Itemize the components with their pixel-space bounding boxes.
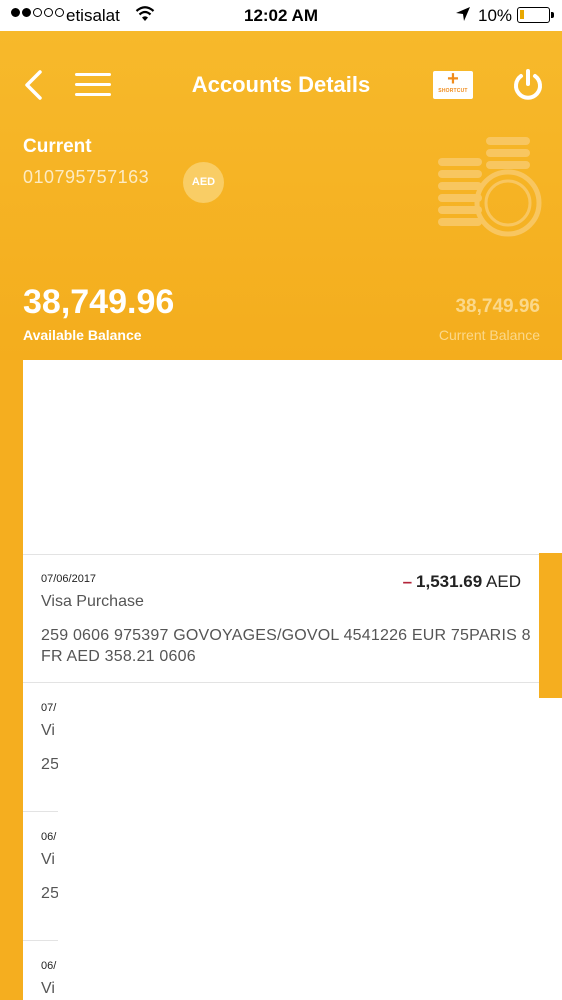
amount-currency: AED — [486, 572, 521, 591]
available-balance-label: Available Balance — [23, 327, 142, 343]
selected-row-indicator — [539, 553, 562, 698]
shortcut-button[interactable]: + SHORTCUT — [433, 68, 473, 99]
transaction-date: 06/ — [41, 831, 57, 843]
transaction-row[interactable]: 07/06/2017 Visa Purchase 259 0606 975397… — [23, 554, 539, 683]
transaction-description: 25 Cl — [41, 885, 58, 902]
transaction-description: 25 15 — [41, 756, 58, 773]
current-balance-amount: 38,749.96 — [455, 296, 540, 317]
hamburger-menu-icon[interactable] — [75, 73, 111, 97]
account-type: Current — [23, 136, 92, 157]
transaction-type: Vi — [41, 851, 55, 868]
transaction-description: 259 0606 975397 GOVOYAGES/GOVOL 4541226 … — [41, 627, 531, 665]
status-bar: etisalat 12:02 AM 10% — [0, 0, 562, 31]
coins-icon — [438, 137, 542, 237]
currency-badge: AED — [183, 162, 224, 203]
power-icon[interactable] — [511, 68, 545, 102]
transaction-row[interactable]: 06/ Vi 25 Cl — [23, 813, 58, 941]
debit-sign: – — [402, 572, 413, 591]
battery-icon — [517, 7, 554, 23]
plus-icon: + — [447, 68, 459, 90]
transaction-row[interactable]: 07/ Vi 25 15 — [23, 684, 58, 812]
battery-percent: 10% — [478, 6, 513, 25]
transaction-date: 06/ — [41, 960, 57, 972]
transaction-type: Visa Purchase — [41, 593, 144, 610]
account-number: 010795757163 — [23, 167, 150, 187]
transaction-date: 07/ — [41, 702, 57, 714]
available-balance-amount: 38,749.96 — [23, 283, 175, 321]
page-title: Accounts Details — [191, 72, 371, 97]
back-chevron-icon[interactable] — [22, 69, 46, 101]
current-balance-label: Current Balance — [438, 327, 540, 343]
account-header: Accounts Details + SHORTCUT Current 0107… — [0, 31, 562, 360]
shortcut-label: SHORTCUT — [438, 88, 468, 94]
amount-value: 1,531.69 — [416, 572, 483, 591]
location-arrow-icon — [456, 7, 470, 21]
transaction-date: 07/06/2017 — [41, 573, 97, 585]
content-panel — [23, 360, 539, 553]
transaction-amount: –1,531.69 AED — [403, 572, 521, 592]
transaction-row[interactable]: 06/ Vi — [23, 942, 58, 1000]
transaction-type: Vi — [41, 722, 55, 739]
left-accent-strip — [0, 360, 23, 1000]
transaction-type: Vi — [41, 980, 55, 997]
